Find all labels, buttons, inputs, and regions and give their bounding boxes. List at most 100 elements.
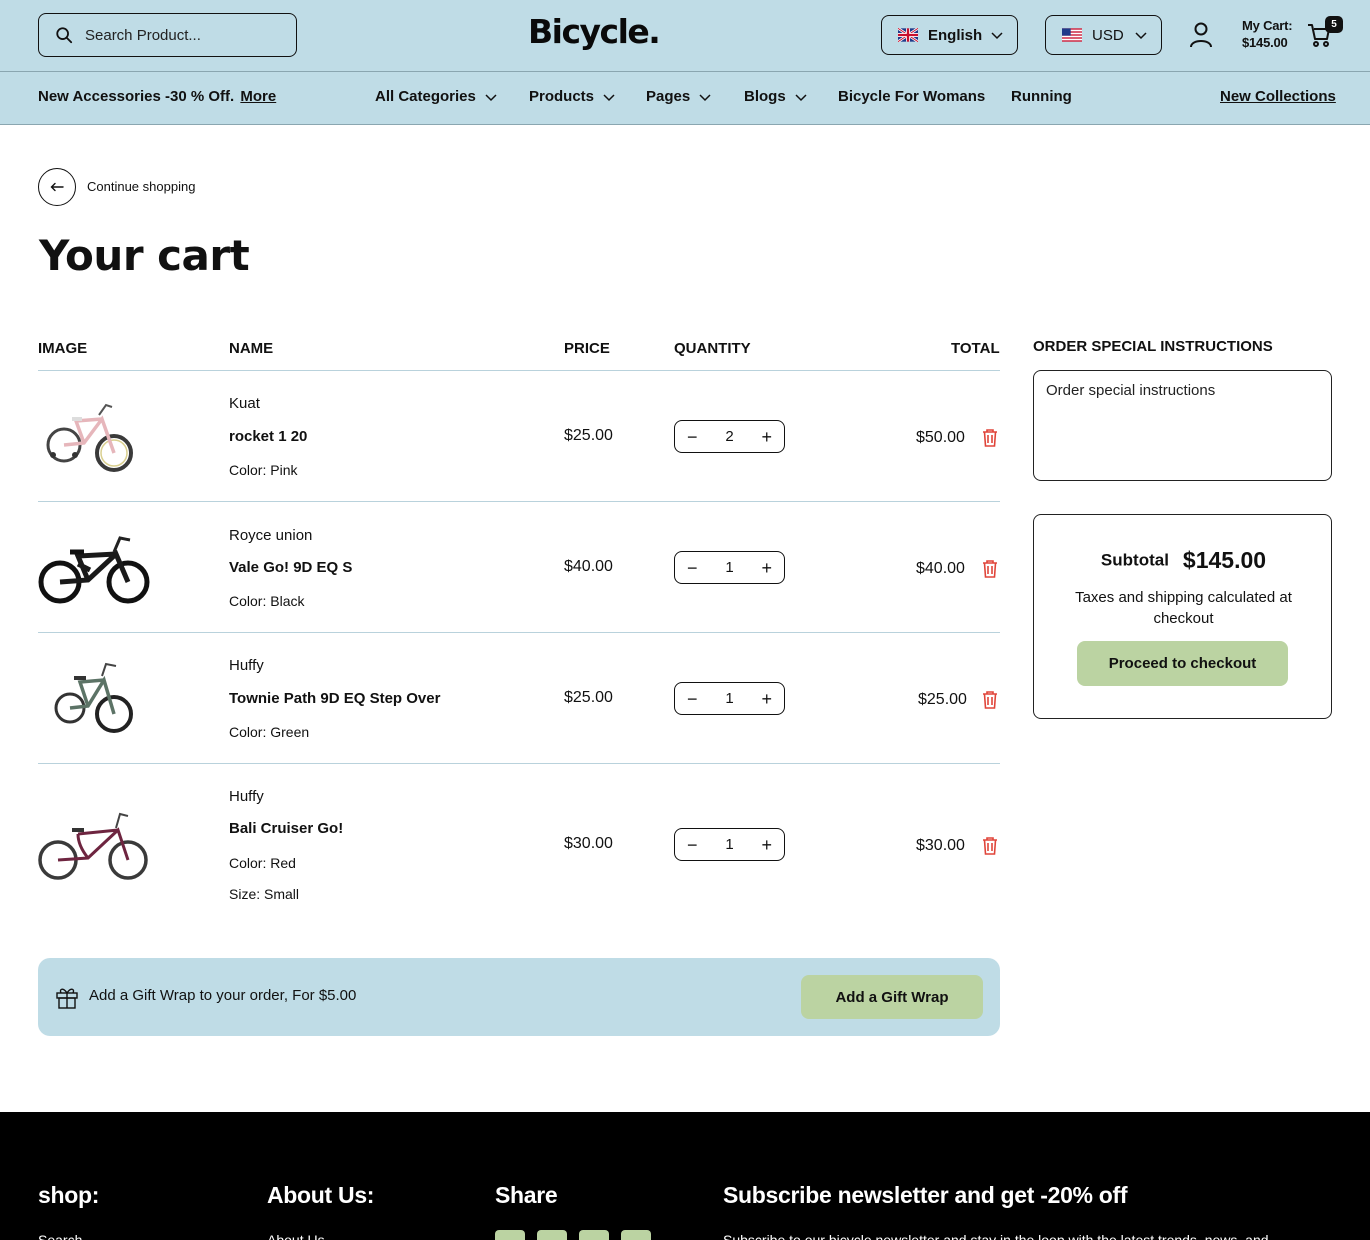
continue-shopping-link[interactable]: Continue shopping [87, 179, 195, 194]
quantity-value[interactable]: 1 [725, 559, 733, 576]
product-image[interactable] [44, 395, 136, 477]
col-header-price: PRICE [564, 340, 610, 357]
trash-icon[interactable] [981, 559, 999, 578]
top-header: Bicycle. English USD My Cart: $145.00 5 [0, 0, 1370, 72]
trash-icon[interactable] [981, 428, 999, 447]
trash-icon[interactable] [981, 836, 999, 855]
line-total: $50.00 [916, 429, 965, 446]
product-size: Size: Small [229, 886, 299, 902]
footer-heading-about: About Us: [267, 1182, 375, 1208]
color-value: Green [270, 724, 310, 740]
search-icon[interactable] [55, 26, 73, 44]
line-total: $40.00 [916, 560, 965, 577]
decrease-qty-button[interactable]: − [687, 428, 698, 446]
increase-qty-button[interactable]: + [761, 690, 772, 708]
subtotal-value: $145.00 [1182, 547, 1267, 573]
language-label: English [928, 26, 983, 44]
social-icon[interactable] [621, 1230, 651, 1240]
increase-qty-button[interactable]: + [761, 428, 772, 446]
subtotal-row: Subtotal $145.00 [1034, 547, 1333, 574]
order-instructions-input[interactable] [1033, 370, 1332, 481]
uk-flag-icon [898, 28, 918, 42]
nav-new-collections[interactable]: New Collections [1220, 88, 1336, 105]
color-label: Color: [229, 724, 267, 740]
search-input[interactable] [85, 26, 285, 44]
chevron-down-icon [991, 32, 1003, 40]
quantity-stepper[interactable]: − 1 + [674, 682, 785, 715]
decrease-qty-button[interactable]: − [687, 836, 698, 854]
product-brand: Kuat [229, 395, 260, 412]
quantity-value[interactable]: 1 [725, 836, 733, 853]
language-selector[interactable]: English [881, 15, 1018, 55]
divider [38, 763, 1000, 764]
line-total: $25.00 [918, 691, 967, 708]
subtotal-label: Subtotal [1100, 550, 1169, 570]
chevron-down-icon [1135, 32, 1147, 40]
order-summary: Subtotal $145.00 Taxes and shipping calcu… [1033, 514, 1332, 719]
col-header-total: TOTAL [951, 340, 1000, 357]
currency-selector[interactable]: USD [1045, 15, 1162, 55]
promo-banner: New Accessories -30 % Off. More [38, 88, 276, 105]
nav-label: Blogs [744, 88, 786, 105]
nav-bicycle-for-womans[interactable]: Bicycle For Womans [838, 88, 985, 105]
product-name[interactable]: rocket 1 20 [229, 428, 307, 445]
social-icon[interactable] [537, 1230, 567, 1240]
color-value: Red [270, 855, 296, 871]
nav-blogs[interactable]: Blogs [744, 88, 807, 105]
nav-all-categories[interactable]: All Categories [375, 88, 497, 105]
increase-qty-button[interactable]: + [761, 559, 772, 577]
continue-shopping-button[interactable] [38, 168, 76, 206]
social-icon[interactable] [579, 1230, 609, 1240]
trash-icon[interactable] [981, 690, 999, 709]
promo-text: New Accessories -30 % Off. [38, 88, 235, 105]
product-image[interactable] [52, 656, 136, 738]
nav-running[interactable]: Running [1011, 88, 1072, 105]
site-logo[interactable]: Bicycle. [528, 12, 661, 51]
social-icon[interactable] [495, 1230, 525, 1240]
nav-label: All Categories [375, 88, 476, 105]
footer-link-search[interactable]: Search [38, 1232, 82, 1240]
product-name[interactable]: Townie Path 9D EQ Step Over [229, 690, 440, 707]
search-box[interactable] [38, 13, 297, 57]
footer-heading-shop: shop: [38, 1182, 100, 1208]
cart-summary[interactable]: My Cart: $145.00 [1242, 17, 1293, 51]
gift-wrap-banner: Add a Gift Wrap to your order, For $5.00… [38, 958, 1000, 1036]
product-brand: Huffy [229, 788, 264, 805]
product-name[interactable]: Bali Cruiser Go! [229, 820, 343, 837]
nav-products[interactable]: Products [529, 88, 615, 105]
quantity-stepper[interactable]: − 1 + [674, 551, 785, 584]
product-price: $25.00 [564, 689, 613, 706]
checkout-button[interactable]: Proceed to checkout [1077, 641, 1288, 686]
promo-more-link[interactable]: More [240, 88, 276, 105]
size-value: Small [264, 886, 300, 902]
chevron-down-icon [699, 93, 711, 101]
quantity-value[interactable]: 2 [725, 428, 733, 445]
user-icon[interactable] [1189, 22, 1213, 48]
product-image[interactable] [38, 808, 150, 886]
quantity-stepper[interactable]: − 2 + [674, 420, 785, 453]
decrease-qty-button[interactable]: − [687, 690, 698, 708]
color-value: Black [270, 593, 305, 609]
col-header-name: NAME [229, 340, 274, 357]
product-image[interactable] [38, 530, 150, 608]
quantity-stepper[interactable]: − 1 + [674, 828, 785, 861]
decrease-qty-button[interactable]: − [687, 559, 698, 577]
footer-link-about[interactable]: About Us [267, 1232, 325, 1240]
product-color: Color: Black [229, 593, 304, 609]
product-brand: Huffy [229, 657, 264, 674]
cart-label: My Cart: [1242, 18, 1293, 33]
gift-wrap-text: Add a Gift Wrap to your order, For $5.00 [89, 987, 357, 1004]
divider [38, 632, 1000, 633]
instructions-title: ORDER SPECIAL INSTRUCTIONS [1033, 338, 1273, 355]
add-gift-wrap-button[interactable]: Add a Gift Wrap [801, 975, 983, 1019]
nav-pages[interactable]: Pages [646, 88, 711, 105]
increase-qty-button[interactable]: + [761, 836, 772, 854]
footer: shop: About Us: Share Subscribe newslett… [0, 1112, 1370, 1240]
quantity-value[interactable]: 1 [725, 690, 733, 707]
chevron-down-icon [485, 93, 497, 101]
product-name[interactable]: Vale Go! 9D EQ S [229, 559, 352, 576]
tax-note: Taxes and shipping calculated at checkou… [1075, 589, 1292, 627]
currency-label: USD [1092, 26, 1124, 44]
product-price: $30.00 [564, 835, 613, 852]
color-label: Color: [229, 855, 267, 871]
